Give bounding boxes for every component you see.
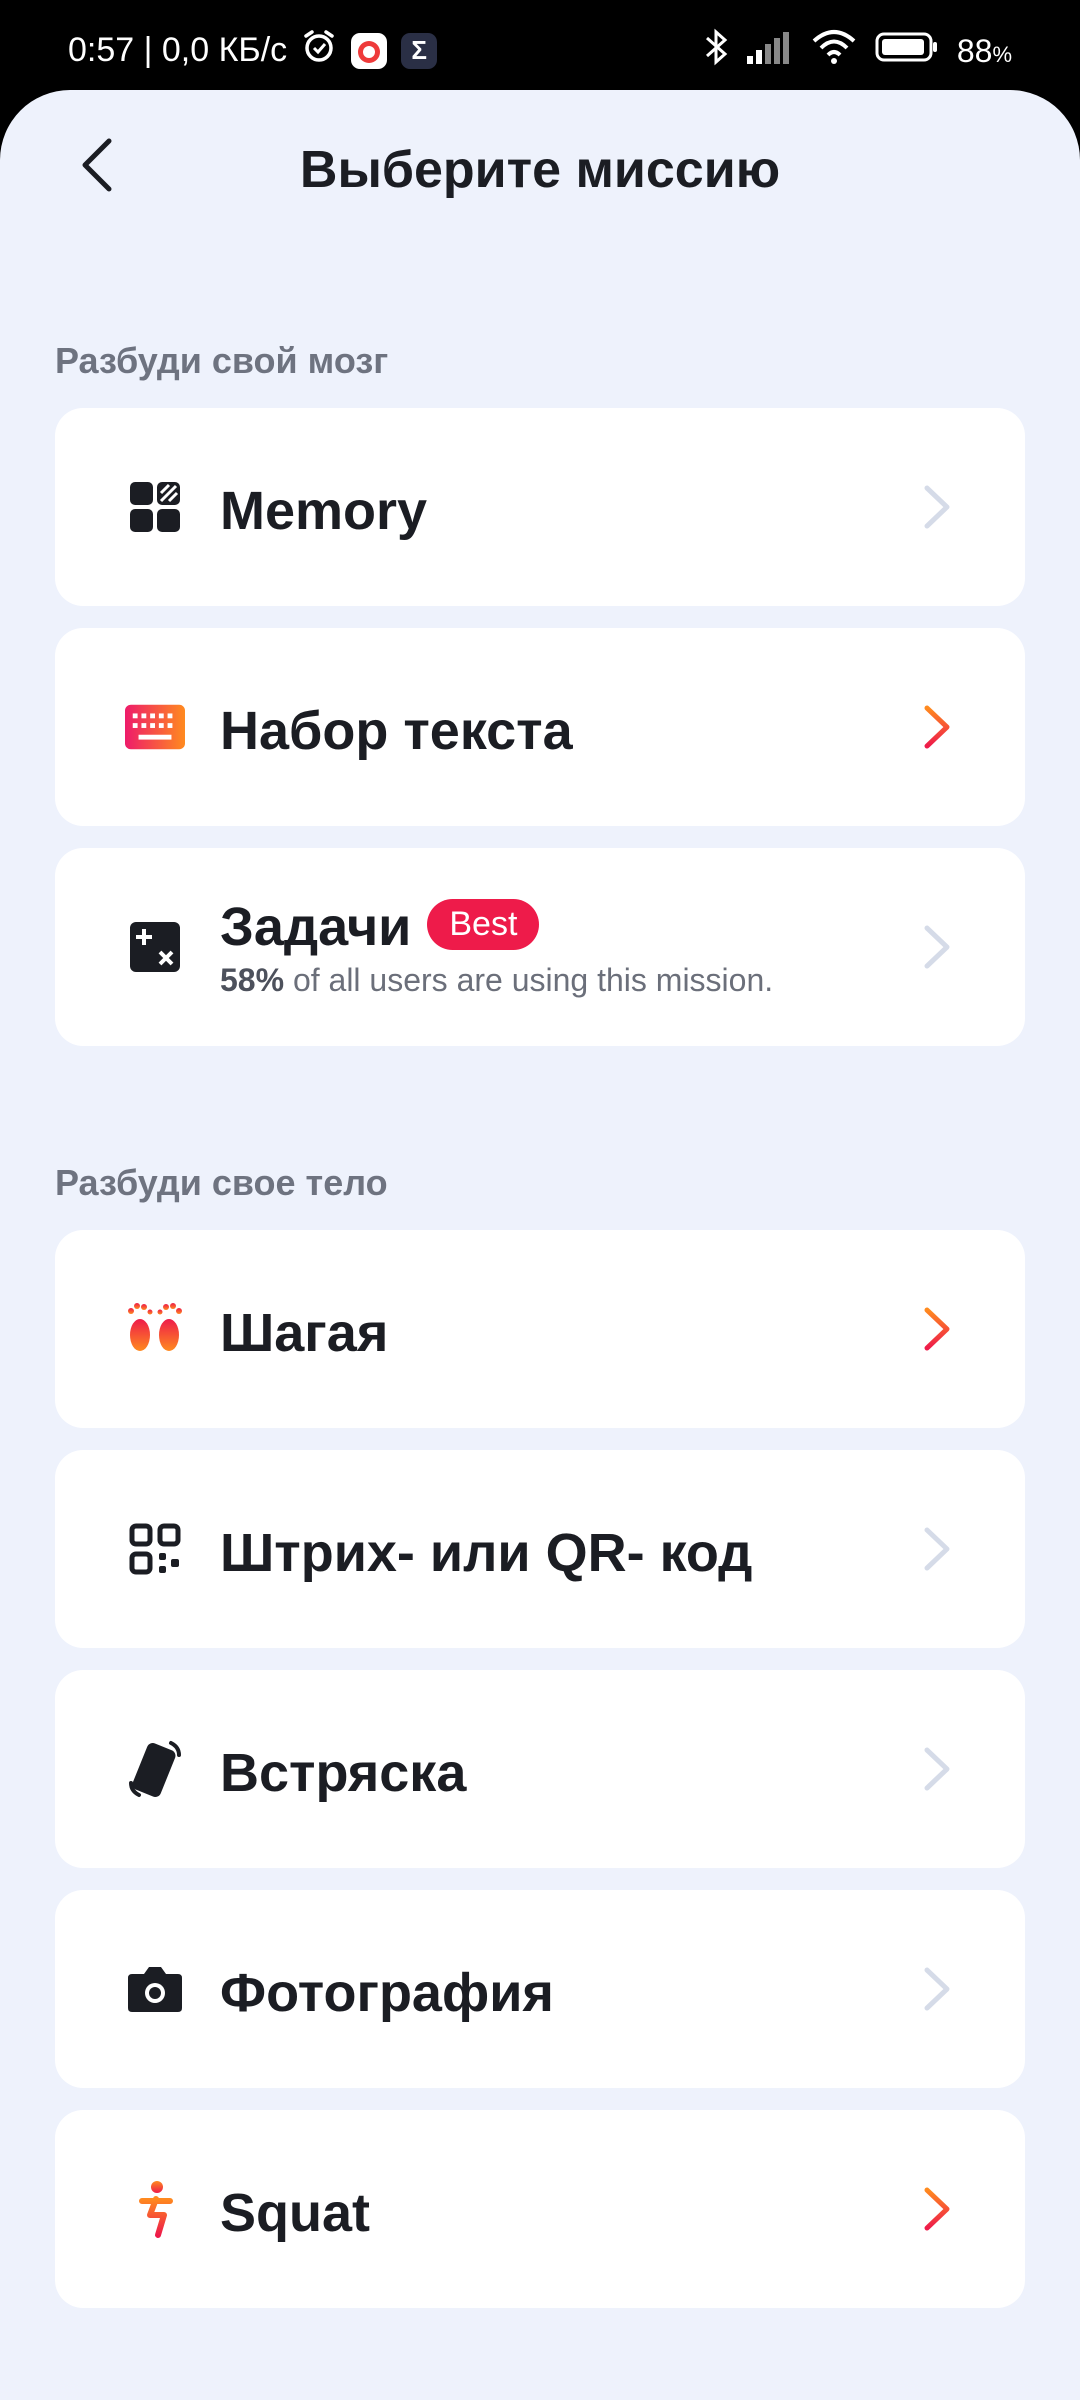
mission-label: Фотография bbox=[220, 1963, 554, 2023]
chevron-right-icon bbox=[924, 1527, 950, 1571]
status-left: 0:57 | 0,0 КБ/с Σ bbox=[68, 28, 438, 73]
status-bar: 0:57 | 0,0 КБ/с Σ 88% bbox=[0, 0, 1080, 90]
chevron-right-icon bbox=[924, 1747, 950, 1791]
chevron-right-icon bbox=[924, 925, 950, 969]
best-badge: Best bbox=[427, 899, 540, 951]
math-icon bbox=[125, 917, 185, 977]
mission-label: Штрих- или QR- код bbox=[220, 1523, 753, 1583]
squat-icon bbox=[125, 2179, 185, 2239]
memory-grid-icon bbox=[125, 477, 185, 537]
alarmy-app-icon bbox=[351, 32, 388, 69]
page-title: Выберите миссию bbox=[299, 141, 781, 199]
keyboard-icon bbox=[125, 697, 185, 757]
battery-icon bbox=[875, 30, 939, 72]
mission-memory[interactable]: Memory bbox=[55, 408, 1025, 606]
camera-icon bbox=[125, 1959, 185, 2019]
mission-typing[interactable]: Набор текста bbox=[55, 628, 1025, 826]
mission-qr-code[interactable]: Штрих- или QR- код bbox=[55, 1450, 1025, 1648]
footsteps-icon bbox=[125, 1299, 185, 1359]
battery-percent: 88% bbox=[956, 32, 1012, 69]
chevron-right-icon bbox=[924, 1307, 950, 1351]
mission-label: Набор текста bbox=[220, 701, 573, 761]
chevron-right-icon bbox=[924, 1967, 950, 2011]
mission-squat[interactable]: Squat bbox=[55, 2110, 1025, 2308]
status-right: 88% bbox=[703, 28, 1012, 74]
section-label-brain: Разбуди свой мозг bbox=[55, 340, 389, 381]
mission-steps[interactable]: Шагая bbox=[55, 1230, 1025, 1428]
phone-shake-icon bbox=[125, 1739, 185, 1799]
section-label-body: Разбуди свое тело bbox=[55, 1162, 388, 1203]
mission-usage-text: 58% of all users are using this mission. bbox=[220, 962, 774, 998]
mission-label: Memory bbox=[220, 481, 428, 541]
status-time: 0:57 | 0,0 КБ/с bbox=[68, 31, 288, 69]
mission-screen: Выберите миссию Разбуди свой мозг Memory… bbox=[0, 90, 1080, 2400]
header: Выберите миссию bbox=[0, 90, 1080, 250]
mission-photo[interactable]: Фотография bbox=[55, 1890, 1025, 2088]
mission-label: Встряска bbox=[220, 1743, 467, 1803]
wifi-icon bbox=[811, 29, 857, 73]
mission-shake[interactable]: Встряска bbox=[55, 1670, 1025, 1868]
mission-math[interactable]: Задачи Best 58% of all users are using th… bbox=[55, 848, 1025, 1046]
signal-icon bbox=[746, 30, 793, 72]
mission-label: Задачи Best bbox=[220, 896, 540, 958]
chevron-right-icon bbox=[924, 485, 950, 529]
chevron-right-icon bbox=[924, 2187, 950, 2231]
alarm-clock-icon bbox=[301, 28, 337, 73]
mission-label: Squat bbox=[220, 2183, 371, 2243]
sigma-app-icon: Σ bbox=[401, 32, 438, 69]
mission-label: Шагая bbox=[220, 1303, 389, 1363]
qr-code-icon bbox=[125, 1519, 185, 1579]
bluetooth-icon bbox=[703, 28, 729, 74]
chevron-right-icon bbox=[924, 705, 950, 749]
